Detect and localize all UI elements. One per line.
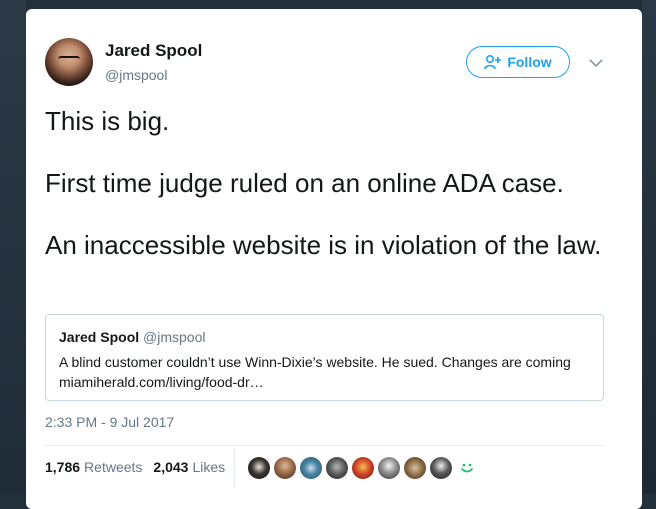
stats-separator (234, 448, 235, 488)
likes-count: 2,043 (153, 459, 189, 475)
divider (45, 445, 604, 446)
chevron-down-icon (589, 58, 603, 67)
tweet-text-line: First time judge ruled on an online ADA … (45, 168, 564, 198)
tweet-text-line: This is big. (45, 106, 170, 136)
follow-button[interactable]: Follow (466, 46, 570, 78)
liker-avatar[interactable] (378, 457, 400, 479)
smile-icon (461, 463, 473, 473)
likes-stat[interactable]: 2,043 Likes (153, 459, 225, 475)
avatar[interactable] (45, 38, 93, 86)
tweet-header: Jared Spool @jmspool Follow (26, 9, 642, 99)
quoted-author: Jared Spool @jmspool (59, 329, 205, 345)
liker-avatar[interactable] (300, 457, 322, 479)
tweet-menu-caret[interactable] (587, 56, 605, 70)
quoted-author-name: Jared Spool (59, 329, 140, 345)
liker-avatar[interactable] (404, 457, 426, 479)
background-left (0, 0, 26, 494)
liker-avatar[interactable] (430, 457, 452, 479)
tweet-text: This is big. First time judge ruled on a… (45, 106, 605, 261)
liker-avatar[interactable] (248, 457, 270, 479)
author-handle[interactable]: @jmspool (105, 67, 167, 83)
tweet-stats: 1,786 Retweets 2,043 Likes (45, 459, 225, 475)
liker-avatars (248, 457, 476, 479)
quoted-text: A blind customer couldn’t use Winn-Dixie… (59, 352, 589, 392)
tweet-text-line: An inaccessible website is in violation … (45, 230, 602, 260)
liker-avatar[interactable] (352, 457, 374, 479)
author-name[interactable]: Jared Spool (105, 41, 202, 61)
tweet-card: Jared Spool @jmspool Follow This is big.… (26, 9, 642, 509)
background-right (642, 0, 656, 494)
liker-avatar[interactable] (274, 457, 296, 479)
tweet-timestamp[interactable]: 2:33 PM - 9 Jul 2017 (45, 414, 174, 430)
add-user-icon (484, 54, 502, 70)
avatar-glasses (58, 56, 80, 63)
retweets-label: Retweets (84, 459, 143, 475)
likes-label: Likes (192, 459, 226, 475)
liker-avatar[interactable] (326, 457, 348, 479)
quoted-author-handle: @jmspool (143, 329, 206, 345)
quoted-text-body: A blind customer couldn’t use Winn-Dixie… (59, 354, 571, 370)
quoted-link[interactable]: miamiherald.com/living/food-dr… (59, 372, 589, 392)
retweets-count: 1,786 (45, 459, 81, 475)
more-likers[interactable] (458, 459, 476, 477)
retweets-stat[interactable]: 1,786 Retweets (45, 459, 142, 475)
follow-label: Follow (507, 54, 552, 70)
quoted-tweet[interactable]: Jared Spool @jmspool A blind customer co… (45, 314, 604, 401)
